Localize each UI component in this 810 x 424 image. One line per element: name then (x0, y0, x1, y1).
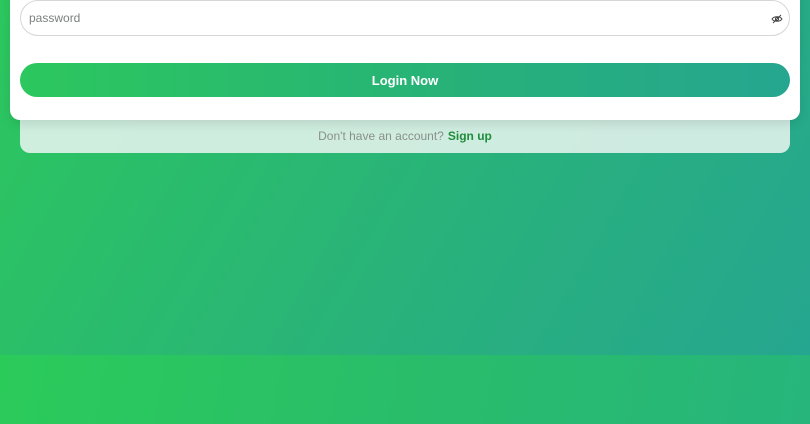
password-input[interactable] (29, 1, 759, 35)
password-field (20, 0, 790, 36)
page-background-bottom (0, 355, 810, 424)
signup-link[interactable]: Sign up (448, 129, 492, 143)
eye-slash-icon[interactable] (771, 12, 783, 24)
signup-prompt: Don't have an account? (318, 129, 444, 143)
login-card: Login Now (10, 0, 800, 120)
login-button[interactable]: Login Now (20, 63, 790, 97)
